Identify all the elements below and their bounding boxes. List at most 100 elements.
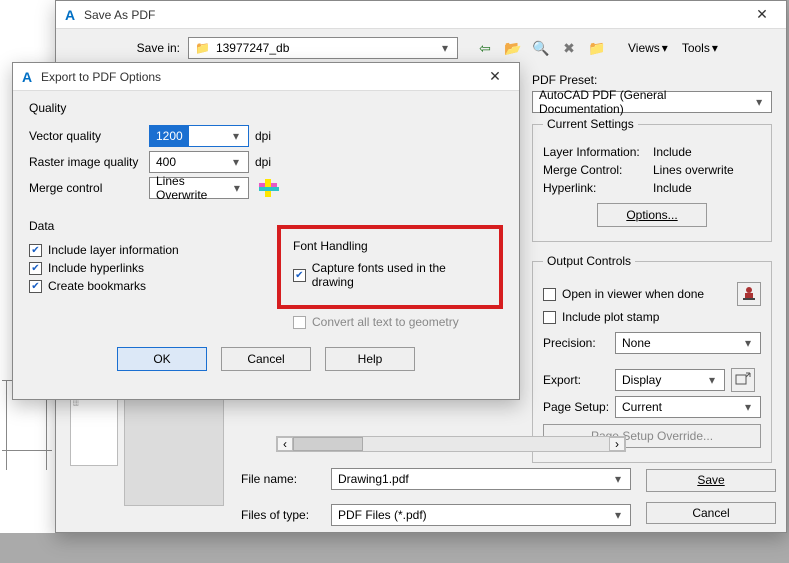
save-in-dropdown[interactable]: 📁 13977247_db ▾ xyxy=(188,37,458,59)
chevron-down-icon: ▾ xyxy=(230,181,244,195)
include-plot-stamp-checkbox[interactable]: Include plot stamp xyxy=(543,310,659,324)
include-layer-info-label: Include layer information xyxy=(48,243,179,257)
new-folder-icon[interactable]: 📁 xyxy=(588,39,606,57)
thumbnail[interactable] xyxy=(124,396,224,506)
chevron-down-icon: ▾ xyxy=(704,373,720,387)
pdf-preset-label: PDF Preset: xyxy=(532,73,597,87)
tools-menu[interactable]: Tools ▾ xyxy=(678,39,722,57)
data-legend: Data xyxy=(29,219,255,233)
save-button[interactable]: Save xyxy=(646,469,776,492)
plot-stamp-button[interactable] xyxy=(737,282,761,306)
open-in-viewer-label: Open in viewer when done xyxy=(562,287,704,301)
ok-button[interactable]: OK xyxy=(117,347,207,371)
raster-quality-select[interactable]: 400 ▾ xyxy=(149,151,249,173)
options-button[interactable]: Options... xyxy=(597,203,707,227)
export-select[interactable]: Display ▾ xyxy=(615,369,725,391)
autocad-icon: A xyxy=(19,69,35,85)
checkbox-off-icon xyxy=(293,316,306,329)
page-setup-label: Page Setup: xyxy=(543,400,615,414)
current-settings-group: Current Settings Layer Information:Inclu… xyxy=(532,117,772,242)
export-window-button[interactable] xyxy=(731,368,755,392)
cancel-button[interactable]: Cancel xyxy=(221,347,311,371)
file-input-area: File name: Drawing1.pdf ▾ Files of type:… xyxy=(241,443,631,526)
capture-fonts-label: Capture fonts used in the drawing xyxy=(312,261,487,289)
include-hyperlinks-label: Include hyperlinks xyxy=(48,261,144,275)
search-web-icon[interactable]: 🔍 xyxy=(532,39,550,57)
checkbox-on-icon: ✔ xyxy=(29,244,42,257)
chevron-down-icon: ▾ xyxy=(437,41,453,55)
chevron-down-icon: ▾ xyxy=(228,155,244,169)
font-handling-highlight: Font Handling ✔ Capture fonts used in th… xyxy=(277,225,503,309)
font-handling-legend: Font Handling xyxy=(293,239,487,253)
hyperlink-value: Include xyxy=(653,181,692,195)
capture-fonts-checkbox[interactable]: ✔ Capture fonts used in the drawing xyxy=(293,261,487,289)
quality-group: Quality Vector quality 1200 ▾ dpi Raster… xyxy=(29,101,503,199)
include-plot-stamp-label: Include plot stamp xyxy=(562,310,659,324)
page-setup-select[interactable]: Current ▾ xyxy=(615,396,761,418)
thumbnail[interactable]: ╔╦╦╗║║║║╚╩╩╝ xyxy=(70,396,118,466)
save-in-value: 13977247_db xyxy=(216,41,437,55)
views-menu[interactable]: Views ▾ xyxy=(624,39,672,57)
open-in-viewer-checkbox[interactable]: Open in viewer when done xyxy=(543,287,704,301)
file-type-value: PDF Files (*.pdf) xyxy=(338,508,427,522)
checkbox-on-icon: ✔ xyxy=(29,280,42,293)
pdf-preset-value: AutoCAD PDF (General Documentation) xyxy=(539,88,751,116)
include-hyperlinks-checkbox[interactable]: ✔ Include hyperlinks xyxy=(29,261,144,275)
file-name-label: File name: xyxy=(241,472,321,486)
vector-quality-label: Vector quality xyxy=(29,129,149,143)
dpi-label: dpi xyxy=(255,155,271,169)
checkbox-off-icon xyxy=(543,288,556,301)
chevron-down-icon: ▾ xyxy=(610,472,626,486)
include-layer-info-checkbox[interactable]: ✔ Include layer information xyxy=(29,243,179,257)
precision-value: None xyxy=(622,336,651,350)
preview-thumbnails: ╔╦╦╗║║║║╚╩╩╝ xyxy=(70,396,235,506)
save-action-buttons: Save Cancel xyxy=(646,469,776,524)
save-as-title: Save As PDF xyxy=(84,8,155,22)
create-bookmarks-label: Create bookmarks xyxy=(48,279,146,293)
file-type-select[interactable]: PDF Files (*.pdf) ▾ xyxy=(331,504,631,526)
vector-quality-value: 1200 xyxy=(150,126,189,146)
convert-text-checkbox: Convert all text to geometry xyxy=(293,315,459,329)
help-button[interactable]: Help xyxy=(325,347,415,371)
toolbar-menu-links: Views ▾ Tools ▾ xyxy=(624,39,722,57)
close-icon[interactable]: ✕ xyxy=(744,1,780,28)
convert-text-label: Convert all text to geometry xyxy=(312,315,459,329)
chevron-down-icon: ▾ xyxy=(712,41,718,55)
up-folder-icon[interactable]: 📂 xyxy=(504,39,522,57)
save-in-label: Save in: xyxy=(70,41,180,55)
export-label: Export: xyxy=(543,373,615,387)
current-settings-legend: Current Settings xyxy=(543,117,638,131)
export-to-pdf-options-dialog: A Export to PDF Options ✕ Quality Vector… xyxy=(12,62,520,400)
data-and-font-groups: Data ✔ Include layer information ✔ Inclu… xyxy=(29,219,503,333)
output-controls-legend: Output Controls xyxy=(543,254,635,268)
font-handling-group: Font Handling ✔ Capture fonts used in th… xyxy=(277,219,503,333)
back-icon[interactable]: ⇦ xyxy=(476,39,494,57)
dialog-buttons: OK Cancel Help xyxy=(29,347,503,371)
pdf-preset-select[interactable]: AutoCAD PDF (General Documentation) ▾ xyxy=(532,91,772,113)
quality-legend: Quality xyxy=(29,101,503,115)
output-controls-group: Output Controls Open in viewer when done… xyxy=(532,254,772,463)
checkbox-on-icon: ✔ xyxy=(29,262,42,275)
chevron-down-icon: ▾ xyxy=(740,400,756,414)
delete-icon[interactable]: ✖ xyxy=(560,39,578,57)
file-name-input[interactable]: Drawing1.pdf ▾ xyxy=(331,468,631,490)
checkbox-off-icon xyxy=(543,311,556,324)
toolbar-icons: ⇦ 📂 🔍 ✖ 📁 xyxy=(476,39,606,57)
merge-control-label: Merge Control: xyxy=(543,163,653,177)
autocad-icon: A xyxy=(62,7,78,23)
cancel-button[interactable]: Cancel xyxy=(646,502,776,525)
close-icon[interactable]: ✕ xyxy=(477,63,513,90)
chevron-down-icon: ▾ xyxy=(662,41,668,55)
dpi-label: dpi xyxy=(255,129,271,143)
chevron-down-icon: ▾ xyxy=(751,95,767,109)
tools-label: Tools xyxy=(682,41,710,55)
precision-select[interactable]: None ▾ xyxy=(615,332,761,354)
export-dialog-title: Export to PDF Options xyxy=(41,70,161,84)
vector-quality-select[interactable]: 1200 ▾ xyxy=(149,125,249,147)
merge-control-select[interactable]: Lines Overwrite ▾ xyxy=(149,177,249,199)
page-setup-value: Current xyxy=(622,400,662,414)
raster-quality-value: 400 xyxy=(156,155,176,169)
export-value: Display xyxy=(622,373,661,387)
create-bookmarks-checkbox[interactable]: ✔ Create bookmarks xyxy=(29,279,146,293)
file-name-value: Drawing1.pdf xyxy=(338,472,409,486)
